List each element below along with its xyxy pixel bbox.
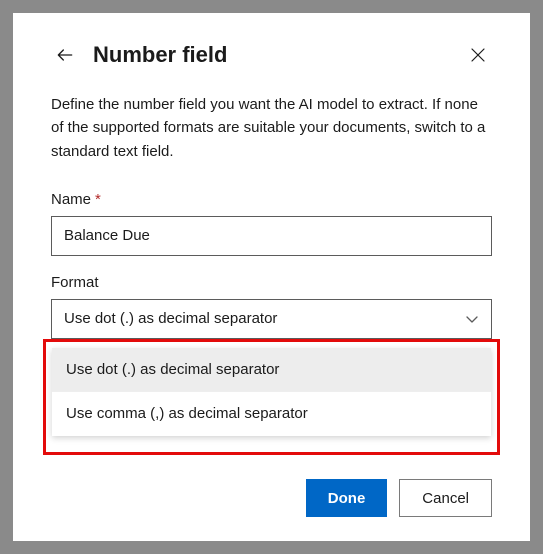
dialog-description: Define the number field you want the AI … xyxy=(51,93,492,163)
number-field-dialog: Number field Define the number field you… xyxy=(13,13,530,541)
name-input[interactable] xyxy=(51,216,492,256)
format-option-comma[interactable]: Use comma (,) as decimal separator xyxy=(52,392,491,436)
dialog-title: Number field xyxy=(93,42,464,68)
format-field-group: Format Use dot (.) as decimal separator … xyxy=(51,274,492,339)
name-label: Name * xyxy=(51,191,492,208)
required-marker: * xyxy=(95,191,101,208)
format-option-dot[interactable]: Use dot (.) as decimal separator xyxy=(52,348,491,392)
format-label: Format xyxy=(51,274,492,291)
close-button[interactable] xyxy=(464,41,492,69)
name-label-text: Name xyxy=(51,191,91,208)
close-icon xyxy=(470,47,486,63)
format-dropdown-list: Use dot (.) as decimal separator Use com… xyxy=(52,348,491,436)
chevron-down-icon xyxy=(465,312,479,326)
format-label-text: Format xyxy=(51,274,99,291)
format-selected-value: Use dot (.) as decimal separator xyxy=(64,310,277,327)
format-select[interactable]: Use dot (.) as decimal separator xyxy=(51,299,492,339)
cancel-button[interactable]: Cancel xyxy=(399,479,492,517)
dialog-header: Number field xyxy=(51,41,492,69)
format-select-wrap: Use dot (.) as decimal separator Use dot… xyxy=(51,299,492,339)
back-arrow-icon xyxy=(55,45,75,65)
dialog-footer: Done Cancel xyxy=(51,479,492,517)
dropdown-highlight-frame: Use dot (.) as decimal separator Use com… xyxy=(43,339,500,455)
name-field-group: Name * xyxy=(51,191,492,256)
back-button[interactable] xyxy=(51,41,79,69)
done-button[interactable]: Done xyxy=(306,479,388,517)
